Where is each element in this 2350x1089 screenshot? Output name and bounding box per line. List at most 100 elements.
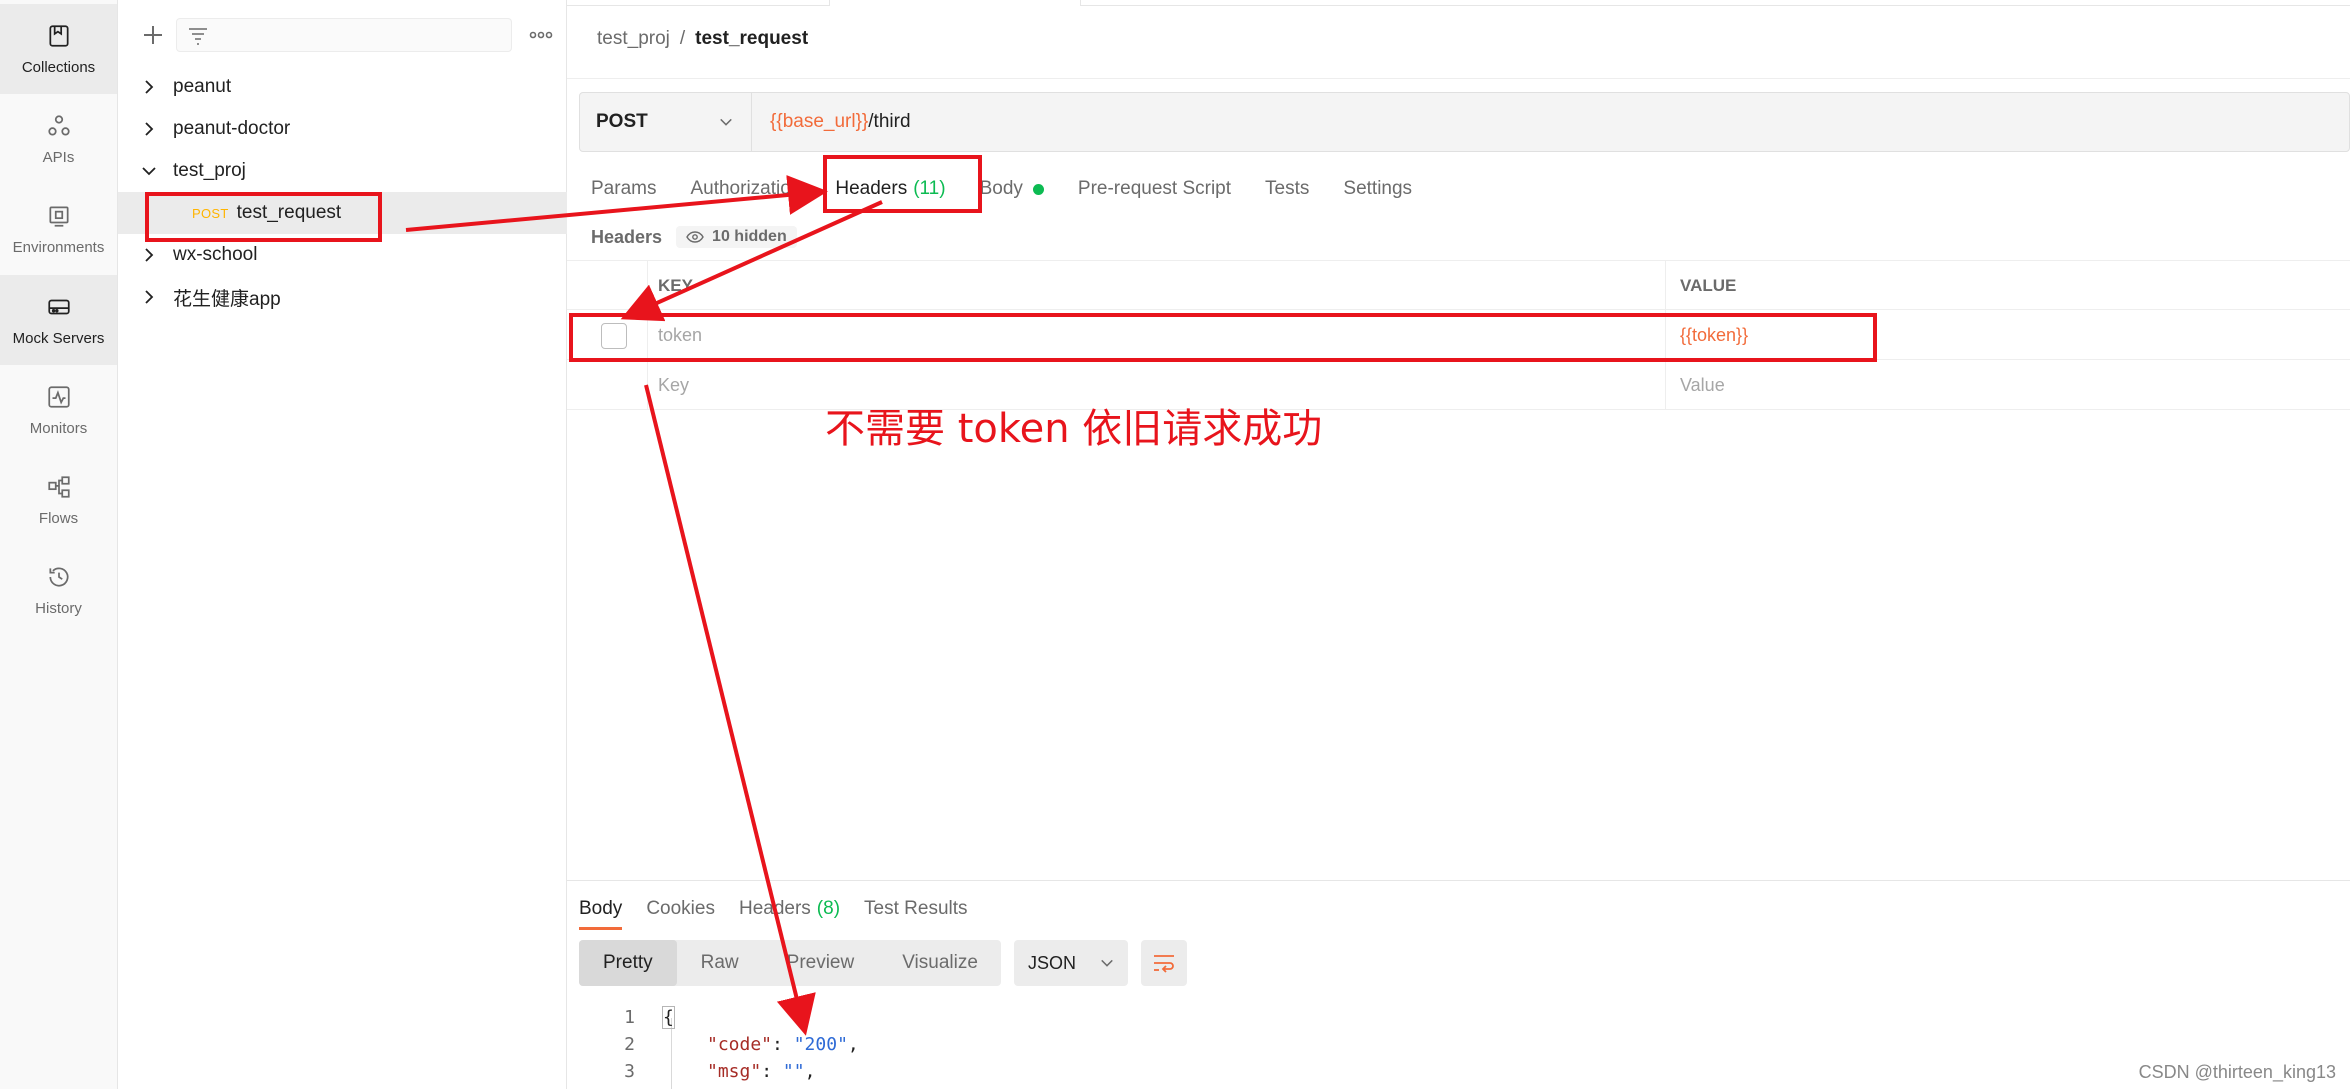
chevron-right-icon: [145, 122, 154, 136]
tab-params[interactable]: Params: [591, 178, 656, 200]
format-select[interactable]: JSON: [1014, 940, 1128, 986]
resp-tab-test-results[interactable]: Test Results: [864, 892, 967, 926]
json-sep: :: [761, 1061, 783, 1082]
rail-monitors[interactable]: Monitors: [0, 365, 117, 455]
chevron-down-icon: [720, 118, 732, 126]
method-value: POST: [596, 111, 648, 132]
tab-authorization[interactable]: Authorization: [690, 178, 801, 200]
wrap-lines-button[interactable]: [1141, 940, 1187, 986]
method-select[interactable]: POST: [580, 93, 752, 151]
json-key: "msg": [707, 1061, 762, 1082]
code-text: {: [662, 1006, 675, 1029]
hidden-count: 10 hidden: [712, 228, 787, 245]
new-value-field[interactable]: Value: [1665, 360, 2350, 410]
annotation-box-headers-tab: [823, 155, 982, 213]
url-path: /third: [868, 111, 911, 132]
rail-apis-label: APIs: [42, 148, 75, 166]
view-raw[interactable]: Raw: [677, 940, 763, 986]
url-variable: {{base_url}}: [770, 111, 869, 132]
rail-environments[interactable]: Environments: [0, 184, 117, 274]
tab-tests[interactable]: Tests: [1265, 178, 1309, 200]
wrap-icon: [1154, 955, 1174, 973]
collection-label: peanut-doctor: [173, 118, 291, 139]
headers-subheader: Headers 10 hidden: [591, 224, 797, 250]
rail-collections[interactable]: Collections: [0, 4, 117, 94]
view-mode-segmented: Pretty Raw Preview Visualize: [579, 940, 1001, 986]
code-line: 2 "code": "200",: [567, 1031, 859, 1058]
tab-pre-request-script[interactable]: Pre-request Script: [1078, 178, 1231, 200]
apis-icon: [47, 114, 70, 136]
left-rail: Collections APIs Environments Mock Serve…: [0, 0, 118, 1089]
rail-history[interactable]: History: [0, 545, 117, 635]
chevron-right-icon: [145, 290, 154, 304]
mock-servers-icon: [47, 299, 70, 314]
line-number: 3: [624, 1061, 635, 1082]
plus-icon[interactable]: [138, 20, 168, 50]
breadcrumb-current[interactable]: test_request: [695, 28, 808, 50]
resp-tab-cookies[interactable]: Cookies: [646, 892, 715, 926]
chevron-down-icon: [1101, 959, 1113, 967]
response-tabs: Body Cookies Headers (8) Test Results: [579, 892, 992, 930]
rail-flows[interactable]: Flows: [0, 455, 117, 545]
collection-label: peanut: [173, 76, 232, 97]
key-column-header: KEY: [647, 261, 1665, 311]
collection-test-proj[interactable]: test_proj: [118, 150, 567, 192]
tab-body-label: Body: [979, 178, 1023, 199]
breadcrumb-separator: /: [679, 28, 686, 49]
breadcrumb: test_proj / test_request: [597, 28, 808, 50]
active-tab[interactable]: [829, 0, 1081, 6]
tab-body[interactable]: Body: [980, 178, 1044, 200]
view-preview[interactable]: Preview: [763, 940, 879, 986]
divider: [567, 78, 2350, 79]
json-value: "": [782, 1061, 805, 1082]
code-text: "code": "200",: [707, 1034, 859, 1055]
format-value: JSON: [1028, 952, 1077, 973]
breadcrumb-parent[interactable]: test_proj: [597, 28, 670, 50]
rail-history-label: History: [35, 599, 82, 617]
response-divider[interactable]: [567, 880, 2350, 881]
line-number: 1: [624, 1007, 635, 1028]
code-line: 3 "msg": "",: [567, 1058, 815, 1085]
more-icon[interactable]: [526, 22, 556, 48]
chevron-right-icon: [145, 248, 154, 262]
json-sep: :: [772, 1034, 794, 1055]
view-visualize[interactable]: Visualize: [878, 940, 1002, 986]
history-icon: [48, 566, 68, 587]
collections-sidebar: peanut peanut-doctor test_proj POST test…: [118, 0, 567, 1089]
collection-peanut[interactable]: peanut: [118, 66, 567, 108]
filter-input[interactable]: [176, 18, 512, 52]
monitors-icon: [47, 385, 70, 408]
collection-peanut-doctor[interactable]: peanut-doctor: [118, 108, 567, 150]
tab-settings[interactable]: Settings: [1343, 178, 1412, 200]
json-comma: ,: [847, 1034, 859, 1055]
resp-tab-headers[interactable]: Headers (8): [739, 892, 840, 926]
flows-icon: [47, 475, 70, 498]
request-tabs: Params Authorization Headers (11) Body Pr…: [591, 174, 1446, 204]
resp-tab-headers-label: Headers: [738, 898, 811, 919]
indent-guide: [671, 1018, 672, 1089]
collection-huasheng-app[interactable]: 花生健康app: [118, 276, 567, 318]
table-header-row: KEY VALUE: [567, 260, 2350, 311]
rail-mock-servers[interactable]: Mock Servers: [0, 275, 117, 365]
annotation-box-token-row: [569, 313, 1877, 362]
rail-flows-label: Flows: [38, 509, 79, 527]
hidden-headers-toggle[interactable]: 10 hidden: [676, 226, 797, 248]
rail-apis[interactable]: APIs: [0, 94, 117, 184]
json-value: "200": [793, 1034, 848, 1055]
rail-environments-label: Environments: [12, 238, 105, 256]
rail-monitors-label: Monitors: [29, 419, 88, 437]
code-line: 1 {: [567, 1004, 675, 1031]
line-number: 2: [624, 1034, 635, 1055]
chevron-right-icon: [145, 80, 154, 94]
collection-label: wx-school: [173, 244, 258, 265]
resp-tab-body[interactable]: Body: [579, 892, 623, 930]
rail-mock-servers-label: Mock Servers: [12, 329, 105, 347]
json-comma: ,: [804, 1061, 816, 1082]
url-input[interactable]: {{base_url}}/third: [752, 111, 911, 133]
sidebar-toolbar: [118, 14, 567, 56]
view-pretty[interactable]: Pretty: [579, 940, 677, 986]
collection-label: test_proj: [173, 160, 246, 181]
eye-icon: [686, 231, 704, 243]
body-indicator-dot: [1032, 183, 1044, 195]
chevron-down-icon: [142, 167, 156, 176]
